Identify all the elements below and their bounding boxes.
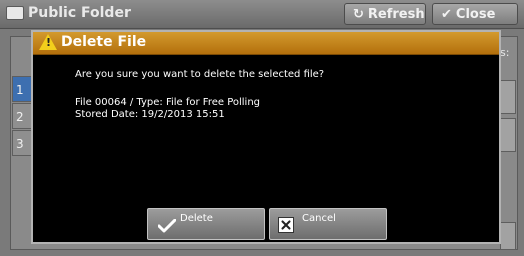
cancel-label: Cancel: [302, 213, 336, 224]
delete-label: Delete: [180, 213, 213, 224]
close-label: Close: [455, 7, 496, 22]
close-button[interactable]: ✔ Close: [432, 3, 518, 25]
delete-button[interactable]: Delete: [147, 208, 265, 240]
file-info: File 00064 / Type: File for Free Polling: [75, 97, 261, 108]
folder-icon: [6, 6, 24, 20]
background-header: Public Folder ↻ Refresh ✔ Close: [0, 0, 524, 29]
cancel-button[interactable]: Cancel: [269, 208, 387, 240]
background-side-button[interactable]: [500, 118, 516, 152]
refresh-icon: ↻: [353, 7, 364, 22]
close-icon: [278, 217, 294, 233]
checkmark-icon: ✔: [441, 7, 452, 22]
dialog-title: Delete File: [61, 34, 147, 50]
refresh-label: Refresh: [367, 7, 425, 22]
delete-file-dialog: ! Delete File Are you sure you want to d…: [31, 30, 501, 244]
confirm-message: Are you sure you want to delete the sele…: [75, 69, 325, 80]
checkmark-icon: [158, 219, 176, 233]
background-side-button[interactable]: [500, 80, 516, 114]
dialog-body: Are you sure you want to delete the sele…: [33, 55, 499, 242]
warning-icon: !: [39, 34, 57, 50]
background-hint: s:: [500, 46, 510, 59]
stored-date: Stored Date: 19/2/2013 15:51: [75, 109, 225, 120]
refresh-button[interactable]: ↻ Refresh: [344, 3, 426, 25]
dialog-titlebar: ! Delete File: [33, 32, 499, 55]
background-side-button[interactable]: [500, 222, 516, 250]
background-title: Public Folder: [28, 5, 131, 21]
